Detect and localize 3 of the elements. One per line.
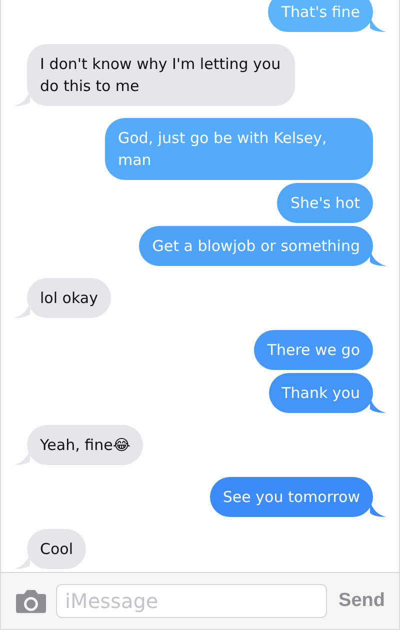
camera-icon[interactable] [16,589,46,613]
send-button[interactable]: Send [336,590,387,612]
message-field[interactable]: iMessage [56,584,327,618]
